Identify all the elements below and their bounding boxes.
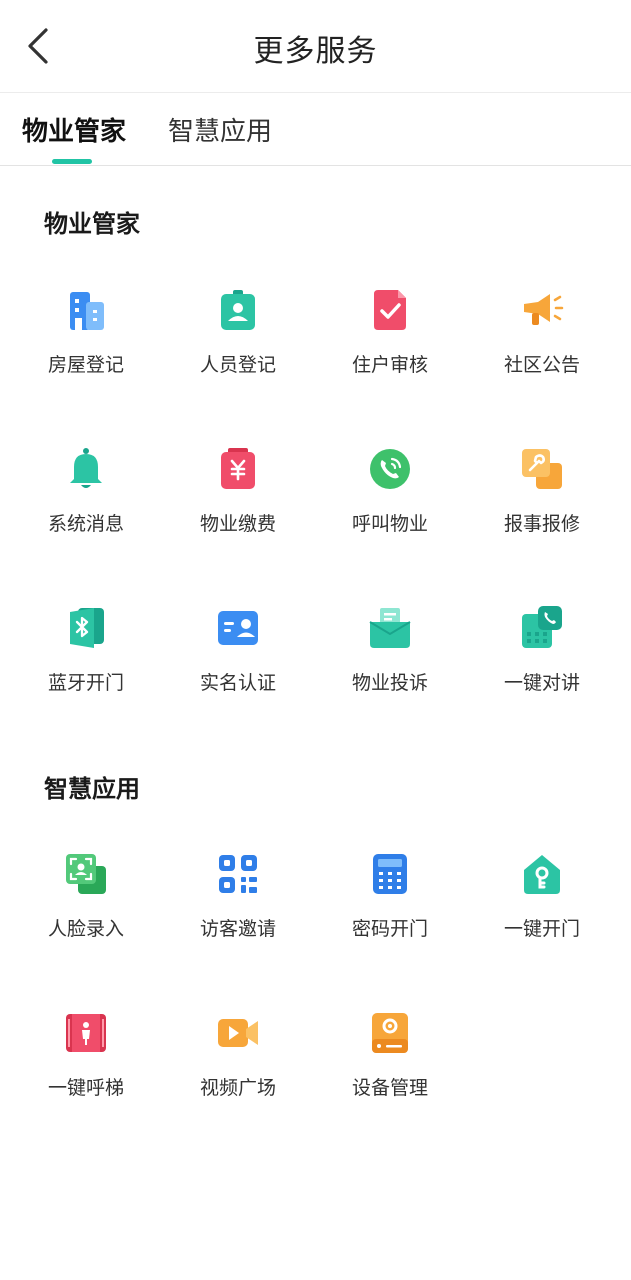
service-resident-review[interactable]: 住户审核 xyxy=(325,288,455,408)
service-label: 蓝牙开门 xyxy=(47,672,124,694)
keypad-icon xyxy=(373,854,407,894)
service-label: 一键呼梯 xyxy=(47,1077,124,1099)
tab-smart-apps[interactable]: 智慧应用 xyxy=(168,111,272,148)
service-intercom[interactable]: 一键对讲 xyxy=(477,606,607,726)
building-icon xyxy=(70,292,104,330)
intercom-icon xyxy=(522,606,562,648)
device-settings-icon xyxy=(372,1013,408,1053)
service-label: 密码开门 xyxy=(351,918,428,940)
home-key-icon xyxy=(524,855,560,894)
service-personnel-registration[interactable]: 人员登记 xyxy=(173,288,303,408)
id-badge-icon xyxy=(221,290,255,330)
service-video-square[interactable]: 视频广场 xyxy=(173,1011,303,1131)
service-property-payment[interactable]: 物业缴费 xyxy=(173,447,303,567)
service-label: 住户审核 xyxy=(351,354,428,376)
service-label: 实名认证 xyxy=(199,672,276,694)
service-house-registration[interactable]: 房屋登记 xyxy=(21,288,151,408)
megaphone-icon xyxy=(524,294,564,325)
service-label: 设备管理 xyxy=(351,1077,428,1099)
tab-bar: 物业管家 智慧应用 xyxy=(0,93,631,166)
service-real-name-auth[interactable]: 实名认证 xyxy=(173,606,303,726)
bluetooth-door-icon xyxy=(70,608,104,648)
wrench-icon xyxy=(522,449,562,489)
service-community-notice[interactable]: 社区公告 xyxy=(477,288,607,408)
service-label: 一键对讲 xyxy=(503,672,580,694)
id-card-icon xyxy=(218,611,258,645)
service-label: 视频广场 xyxy=(199,1077,276,1099)
qr-code-icon xyxy=(219,855,257,893)
service-repair-report[interactable]: 报事报修 xyxy=(477,447,607,567)
service-password-door[interactable]: 密码开门 xyxy=(325,852,455,972)
service-visitor-invite[interactable]: 访客邀请 xyxy=(173,852,303,972)
service-call-elevator[interactable]: 一键呼梯 xyxy=(21,1011,151,1131)
active-tab-indicator xyxy=(52,159,92,164)
service-face-enroll[interactable]: 人脸录入 xyxy=(21,852,151,972)
top-bar: 更多服务 xyxy=(0,0,631,93)
service-property-complaint[interactable]: 物业投诉 xyxy=(325,606,455,726)
face-scan-icon xyxy=(66,854,106,894)
service-label: 人脸录入 xyxy=(47,918,124,940)
bell-icon xyxy=(70,448,102,488)
phone-call-icon xyxy=(370,449,410,489)
tab-property-steward[interactable]: 物业管家 xyxy=(22,111,126,148)
elevator-icon xyxy=(66,1014,106,1052)
section-title-property: 物业管家 xyxy=(44,210,140,238)
service-label: 呼叫物业 xyxy=(351,513,428,535)
document-check-icon xyxy=(374,290,406,330)
service-label: 一键开门 xyxy=(503,918,580,940)
service-label: 报事报修 xyxy=(503,513,580,535)
service-system-messages[interactable]: 系统消息 xyxy=(21,447,151,567)
service-bluetooth-door[interactable]: 蓝牙开门 xyxy=(21,606,151,726)
section-title-smart-apps: 智慧应用 xyxy=(44,775,140,803)
video-camera-icon xyxy=(218,1019,258,1047)
service-label: 访客邀请 xyxy=(199,918,276,940)
payment-yen-icon xyxy=(221,448,255,489)
service-label: 社区公告 xyxy=(503,354,580,376)
service-label: 物业缴费 xyxy=(199,513,276,535)
service-device-management[interactable]: 设备管理 xyxy=(325,1011,455,1131)
service-label: 房屋登记 xyxy=(47,354,124,376)
service-call-property[interactable]: 呼叫物业 xyxy=(325,447,455,567)
complaint-inbox-icon xyxy=(369,608,411,648)
service-one-key-door[interactable]: 一键开门 xyxy=(477,852,607,972)
service-label: 系统消息 xyxy=(47,513,124,535)
page-title: 更多服务 xyxy=(253,34,378,69)
service-label: 人员登记 xyxy=(199,354,276,376)
service-label: 物业投诉 xyxy=(351,672,428,694)
